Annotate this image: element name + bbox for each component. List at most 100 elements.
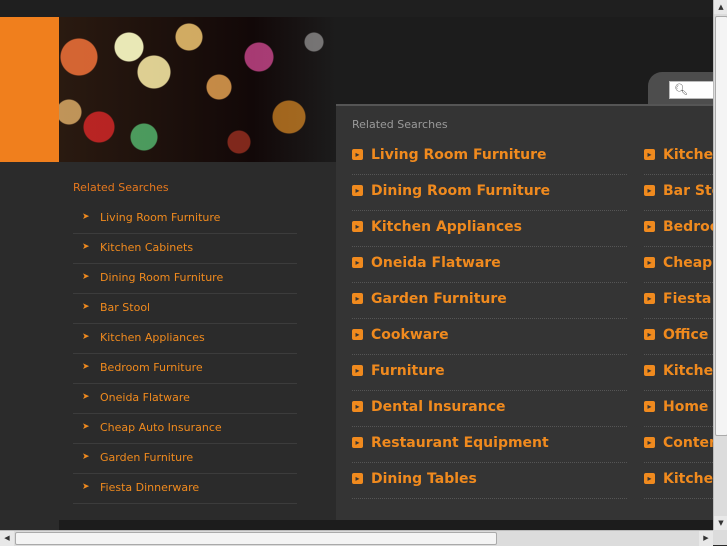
search-link[interactable]: Living Room Furniture <box>371 147 547 163</box>
vertical-scrollbar[interactable]: ▲ ▼ <box>713 0 727 530</box>
bokeh-lights-image <box>59 17 336 162</box>
scroll-right-arrow-icon[interactable]: ▶ <box>699 531 713 546</box>
search-link-item[interactable]: ▸ Kitchen Appliances <box>352 211 627 247</box>
scroll-up-arrow-icon[interactable]: ▲ <box>714 0 727 14</box>
search-link-item[interactable]: ▸ Bar Sto <box>644 175 713 211</box>
orange-arrow-bullet-icon: ▸ <box>644 329 655 340</box>
scrollbar-corner <box>713 530 727 545</box>
sidebar-item[interactable]: ➤ Bar Stool <box>73 294 297 324</box>
orange-arrow-bullet-icon: ▸ <box>352 329 363 340</box>
orange-arrow-bullet-icon: ▸ <box>644 401 655 412</box>
vertical-scroll-thumb[interactable] <box>715 16 727 436</box>
footer-bar <box>59 520 713 530</box>
search-link[interactable]: Kitchen <box>663 147 713 163</box>
orange-arrow-bullet-icon: ▸ <box>352 149 363 160</box>
arrow-right-icon: ➤ <box>82 392 90 402</box>
sidebar-item[interactable]: ➤ Cheap Auto Insurance <box>73 414 297 444</box>
search-link-item[interactable]: ▸ Restaurant Equipment <box>352 427 627 463</box>
sidebar-item[interactable]: ➤ Fiesta Dinnerware <box>73 474 297 504</box>
orange-arrow-bullet-icon: ▸ <box>352 365 363 376</box>
search-link-item[interactable]: ▸ Dining Room Furniture <box>352 175 627 211</box>
sidebar-title: Related Searches <box>73 181 169 194</box>
search-link[interactable]: Furniture <box>371 363 445 379</box>
horizontal-scroll-thumb[interactable] <box>15 532 497 545</box>
sidebar-item-label[interactable]: Dining Room Furniture <box>100 271 223 284</box>
sidebar-item-label[interactable]: Oneida Flatware <box>100 391 190 404</box>
arrow-right-icon: ➤ <box>82 242 90 252</box>
sidebar-item-label[interactable]: Bedroom Furniture <box>100 361 203 374</box>
orange-arrow-bullet-icon: ▸ <box>644 185 655 196</box>
search-link[interactable]: Cheap <box>663 255 712 271</box>
arrow-right-icon: ➤ <box>82 212 90 222</box>
magnifier-icon[interactable]: 🔍︎ <box>674 83 688 97</box>
sidebar-item[interactable]: ➤ Dining Room Furniture <box>73 264 297 294</box>
sidebar-item[interactable]: ➤ Oneida Flatware <box>73 384 297 414</box>
arrow-right-icon: ➤ <box>82 422 90 432</box>
orange-arrow-bullet-icon: ▸ <box>644 257 655 268</box>
search-link-item[interactable]: ▸ Home D <box>644 391 713 427</box>
search-links-column-2: ▸ Kitchen ▸ Bar Sto ▸ Bedroo ▸ Cheap ▸ Fiesta… <box>644 139 713 499</box>
search-link[interactable]: Dental Insurance <box>371 399 505 415</box>
search-link-item[interactable]: ▸ Dining Tables <box>352 463 627 499</box>
search-link-item[interactable]: ▸ Dental Insurance <box>352 391 627 427</box>
search-link[interactable]: Home D <box>663 399 713 415</box>
arrow-right-icon: ➤ <box>82 302 90 312</box>
sidebar-item-label[interactable]: Cheap Auto Insurance <box>100 421 222 434</box>
search-link-item[interactable]: ▸ Cheap <box>644 247 713 283</box>
orange-arrow-bullet-icon: ▸ <box>644 473 655 484</box>
search-link[interactable]: Bedroo <box>663 219 713 235</box>
search-link-item[interactable]: ▸ Living Room Furniture <box>352 139 627 175</box>
sidebar-item-label[interactable]: Kitchen Appliances <box>100 331 205 344</box>
search-link-item[interactable]: ▸ Kitchen <box>644 355 713 391</box>
search-link[interactable]: Oneida Flatware <box>371 255 501 271</box>
orange-accent-block <box>0 17 59 162</box>
scroll-left-arrow-icon[interactable]: ◀ <box>0 531 14 546</box>
search-link-item[interactable]: ▸ Garden Furniture <box>352 283 627 319</box>
search-link[interactable]: Restaurant Equipment <box>371 435 549 451</box>
arrow-right-icon: ➤ <box>82 482 90 492</box>
sidebar-item-label[interactable]: Garden Furniture <box>100 451 193 464</box>
arrow-right-icon: ➤ <box>82 362 90 372</box>
search-link-item[interactable]: ▸ Conten <box>644 427 713 463</box>
search-link[interactable]: Office F <box>663 327 713 343</box>
sidebar-item[interactable]: ➤ Kitchen Appliances <box>73 324 297 354</box>
search-link-item[interactable]: ▸ Bedroo <box>644 211 713 247</box>
orange-arrow-bullet-icon: ▸ <box>352 185 363 196</box>
search-link[interactable]: Fiesta D <box>663 291 713 307</box>
search-link-item[interactable]: ▸ Cookware <box>352 319 627 355</box>
search-links-column-1: ▸ Living Room Furniture ▸ Dining Room Furn… <box>352 139 627 499</box>
scroll-down-arrow-icon[interactable]: ▼ <box>714 516 727 530</box>
search-link-item[interactable]: ▸ Office F <box>644 319 713 355</box>
orange-arrow-bullet-icon: ▸ <box>644 437 655 448</box>
sidebar-item[interactable]: ➤ Bedroom Furniture <box>73 354 297 384</box>
search-link[interactable]: Kitchen Appliances <box>371 219 522 235</box>
search-link[interactable]: Dining Room Furniture <box>371 183 550 199</box>
search-link[interactable]: Cookware <box>371 327 449 343</box>
arrow-right-icon: ➤ <box>82 272 90 282</box>
sidebar-item-label[interactable]: Living Room Furniture <box>100 211 220 224</box>
orange-arrow-bullet-icon: ▸ <box>352 473 363 484</box>
search-link-item[interactable]: ▸ Fiesta D <box>644 283 713 319</box>
sidebar-item[interactable]: ➤ Kitchen Cabinets <box>73 234 297 264</box>
sidebar-item[interactable]: ➤ Living Room Furniture <box>73 204 297 234</box>
search-link[interactable]: Garden Furniture <box>371 291 507 307</box>
sidebar-item[interactable]: ➤ Garden Furniture <box>73 444 297 474</box>
orange-arrow-bullet-icon: ▸ <box>352 293 363 304</box>
search-link-item[interactable]: ▸ Kitchen <box>644 139 713 175</box>
search-link-item[interactable]: ▸ Kitchen <box>644 463 713 499</box>
orange-arrow-bullet-icon: ▸ <box>644 149 655 160</box>
sidebar-item-label[interactable]: Fiesta Dinnerware <box>100 481 199 494</box>
search-link[interactable]: Dining Tables <box>371 471 477 487</box>
search-link[interactable]: Kitchen <box>663 471 713 487</box>
horizontal-scrollbar[interactable]: ◀ ▶ <box>0 530 713 546</box>
orange-arrow-bullet-icon: ▸ <box>352 257 363 268</box>
search-link-item[interactable]: ▸ Furniture <box>352 355 627 391</box>
panel-title: Related Searches <box>352 118 448 131</box>
sidebar-item-label[interactable]: Kitchen Cabinets <box>100 241 193 254</box>
search-link[interactable]: Bar Sto <box>663 183 713 199</box>
search-link-item[interactable]: ▸ Oneida Flatware <box>352 247 627 283</box>
search-link[interactable]: Kitchen <box>663 363 713 379</box>
sidebar-item-label[interactable]: Bar Stool <box>100 301 150 314</box>
arrow-right-icon: ➤ <box>82 452 90 462</box>
search-link[interactable]: Conten <box>663 435 713 451</box>
